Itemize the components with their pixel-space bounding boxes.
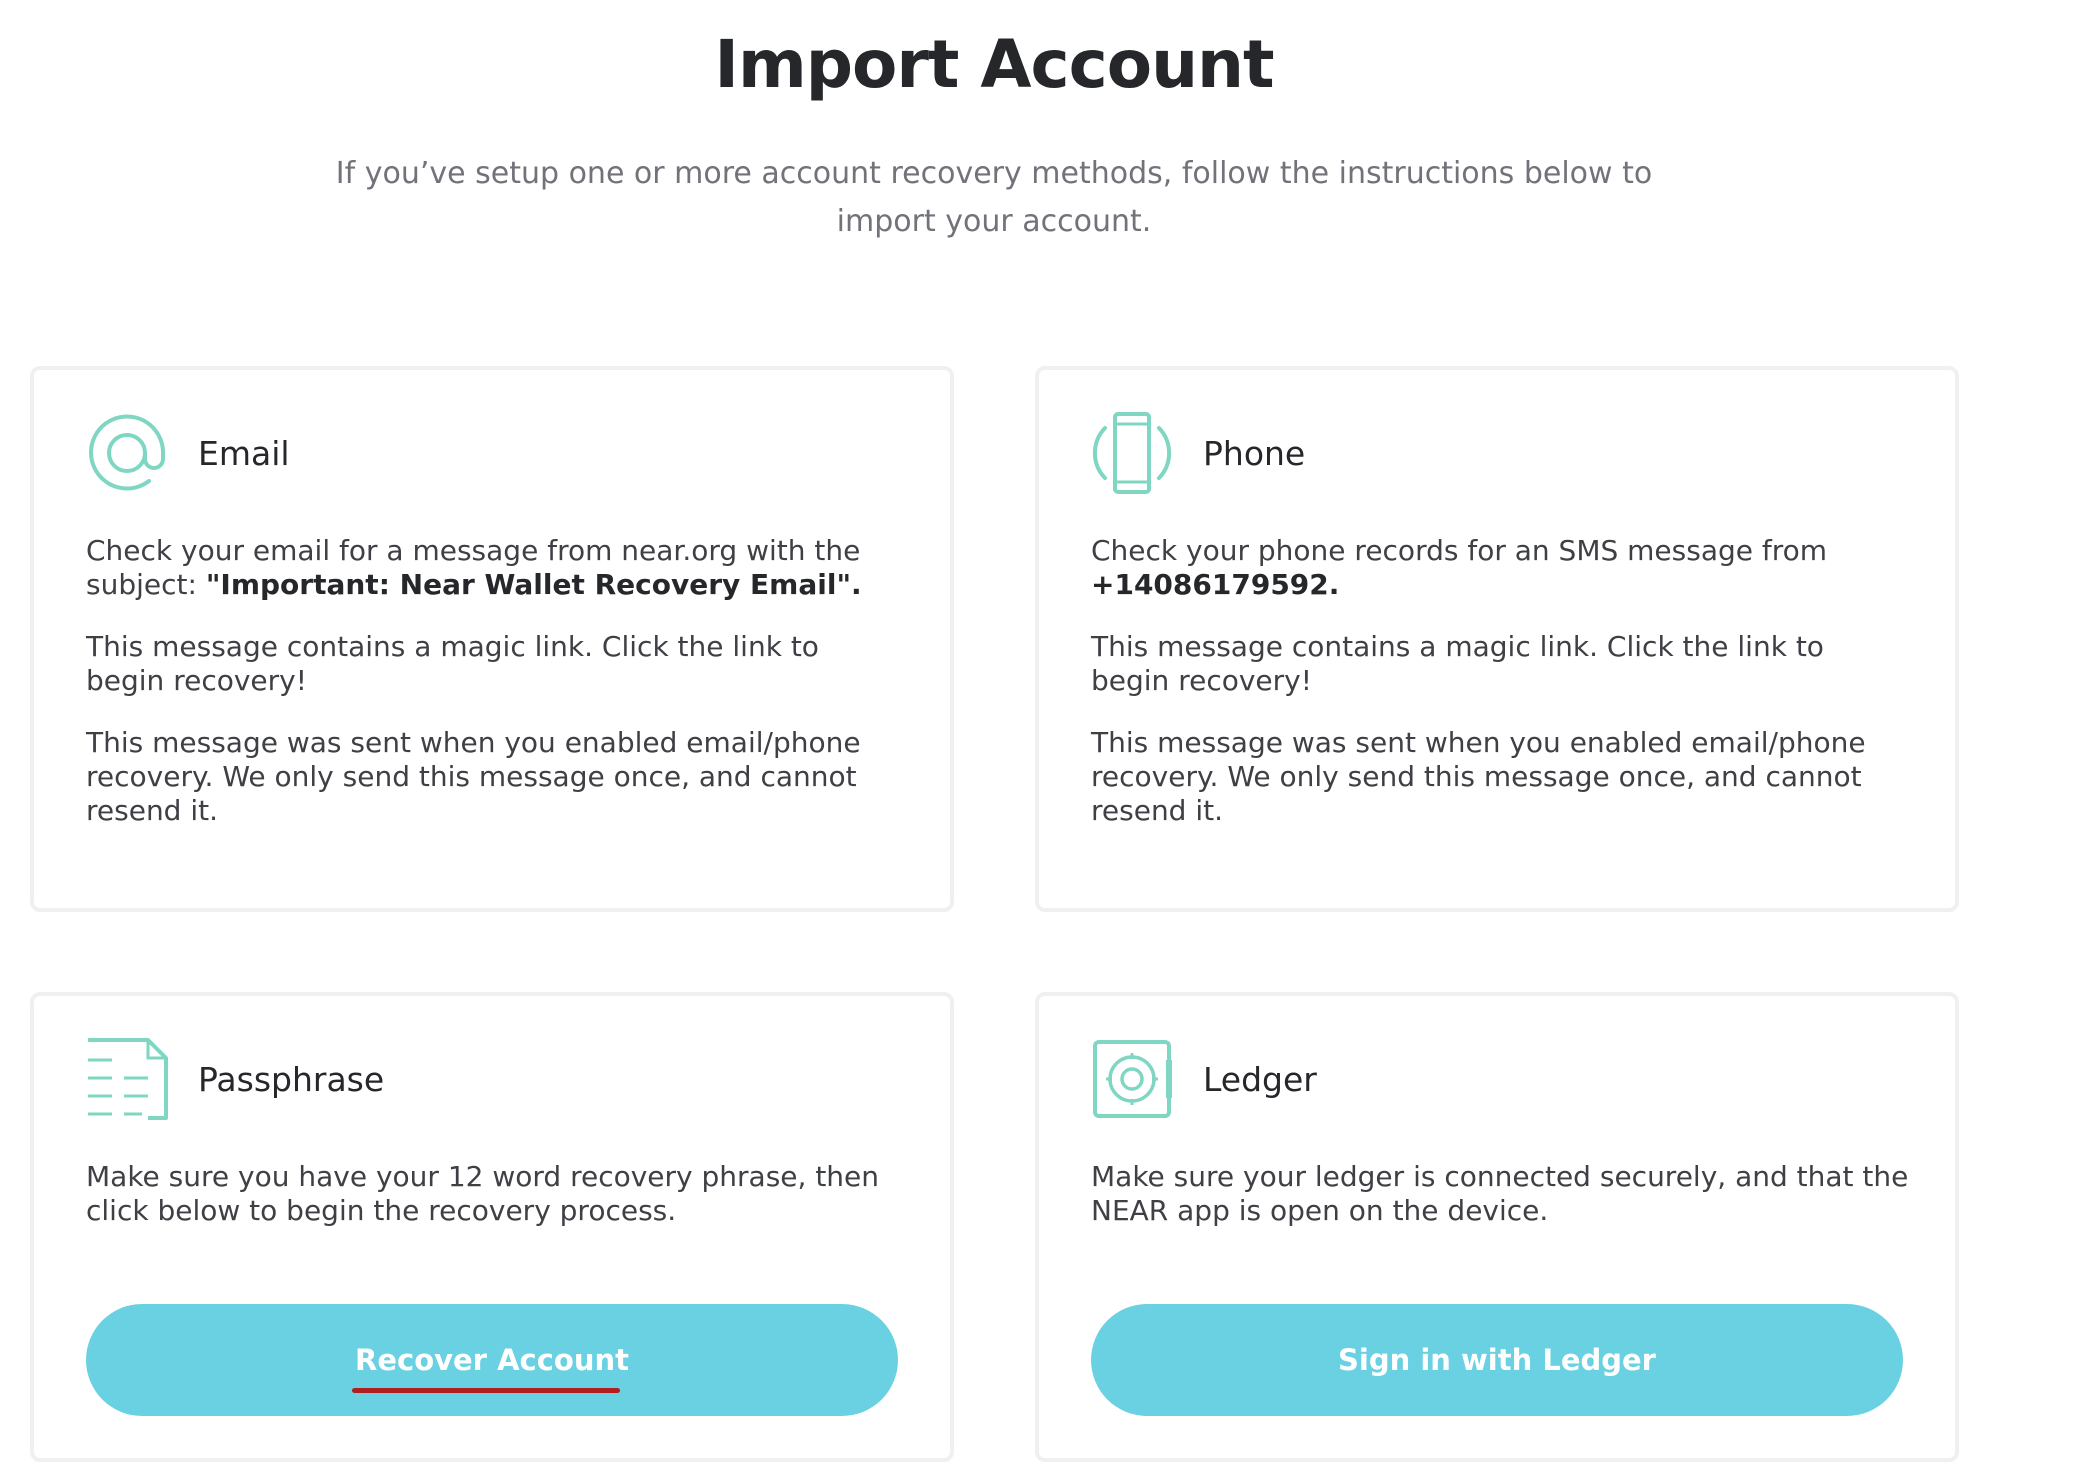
sign-in-with-ledger-button[interactable]: Sign in with Ledger xyxy=(1091,1304,1903,1416)
page-subtitle: If you’ve setup one or more account reco… xyxy=(335,156,1653,239)
card-title-phone: Phone xyxy=(1203,433,1306,473)
email-subject: "Important: Near Wallet Recovery Email". xyxy=(205,568,862,601)
email-instruction-1: Check your email for a message from near… xyxy=(86,534,862,601)
phone-recovery-card: Phone Check your phone records for an SM… xyxy=(1035,366,1959,912)
page-title: Import Account xyxy=(714,26,1274,103)
recover-account-button[interactable]: Recover Account xyxy=(86,1304,898,1416)
ledger-instruction: Make sure your ledger is connected secur… xyxy=(1091,1160,1909,1227)
card-header: Phone xyxy=(1089,410,1305,496)
card-title-passphrase: Passphrase xyxy=(198,1059,385,1099)
card-header: Passphrase xyxy=(84,1036,384,1122)
card-body: Check your email for a message from near… xyxy=(86,534,906,856)
card-header: Ledger xyxy=(1089,1036,1317,1122)
ledger-recovery-card: Ledger Make sure your ledger is connecte… xyxy=(1035,992,1959,1462)
phone-instruction-2: This message contains a magic link. Clic… xyxy=(1091,630,1824,697)
email-instruction-3: This message was sent when you enabled e… xyxy=(86,726,861,827)
document-lines-icon xyxy=(84,1036,170,1122)
card-body: Make sure your ledger is connected secur… xyxy=(1091,1160,1911,1256)
ledger-device-icon xyxy=(1089,1036,1175,1122)
card-header: Email xyxy=(84,410,290,496)
card-title-email: Email xyxy=(198,433,290,473)
email-instruction-2: This message contains a magic link. Clic… xyxy=(86,630,819,697)
card-body: Check your phone records for an SMS mess… xyxy=(1091,534,1911,856)
phone-instruction-3: This message was sent when you enabled e… xyxy=(1091,726,1866,827)
phone-number: +14086179592. xyxy=(1091,568,1340,601)
phone-icon xyxy=(1089,410,1175,496)
passphrase-instruction: Make sure you have your 12 word recovery… xyxy=(86,1160,880,1227)
card-body: Make sure you have your 12 word recovery… xyxy=(86,1160,906,1256)
annotation-underline xyxy=(352,1388,620,1393)
card-title-ledger: Ledger xyxy=(1203,1059,1317,1099)
phone-instruction-1: Check your phone records for an SMS mess… xyxy=(1091,534,1828,601)
at-sign-icon xyxy=(84,410,170,496)
email-recovery-card: Email Check your email for a message fro… xyxy=(30,366,954,912)
